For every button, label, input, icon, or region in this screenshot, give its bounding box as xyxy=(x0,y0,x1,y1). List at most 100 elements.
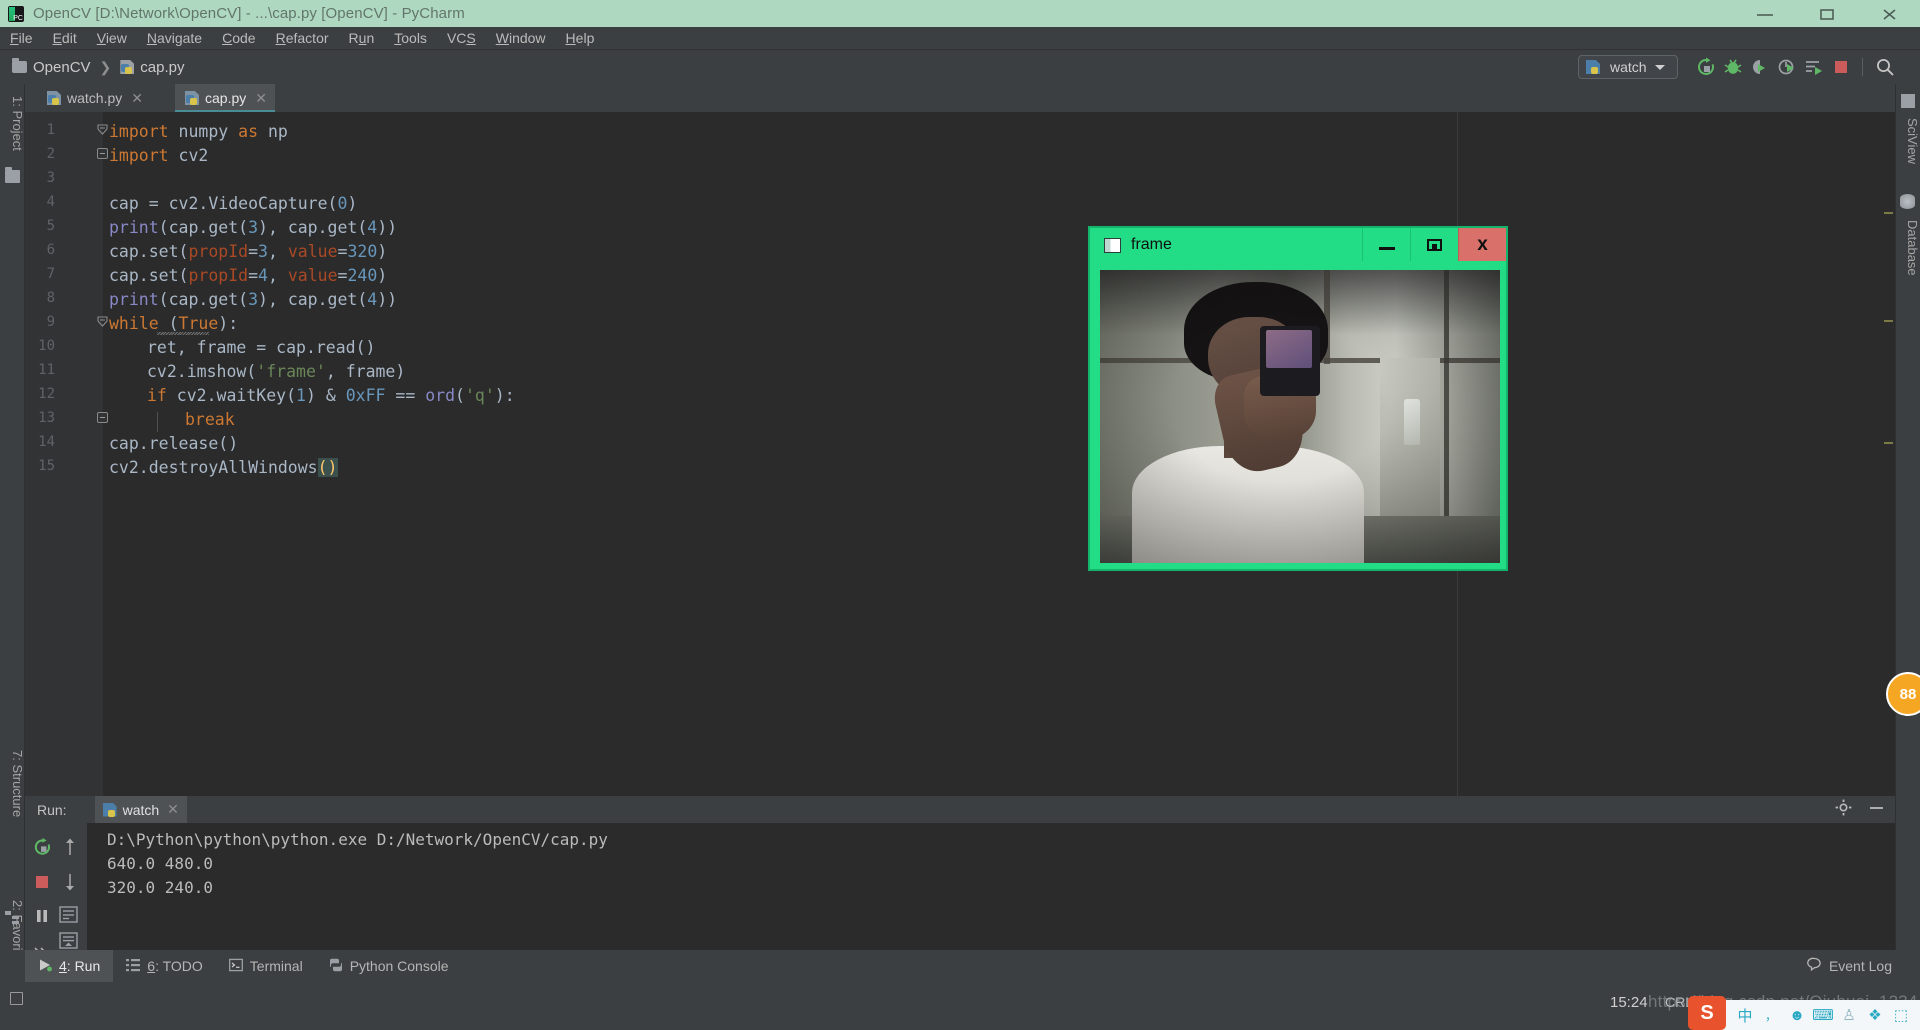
toolbox-icon[interactable]: ❖ xyxy=(1862,1000,1888,1030)
line-number: 12 xyxy=(38,386,55,402)
sidebar-item-structure[interactable]: 7: Structure xyxy=(0,744,25,817)
code-token: 4 xyxy=(367,290,378,309)
window-minimize-button[interactable] xyxy=(1734,0,1796,27)
python-file-icon xyxy=(120,59,135,75)
run-tab-watch[interactable]: watch ✕ xyxy=(94,796,187,823)
menu-item-run[interactable]: Run xyxy=(339,27,385,50)
keyboard-icon[interactable]: ⌨ xyxy=(1810,1000,1836,1030)
pause-icon[interactable] xyxy=(31,905,53,927)
breadcrumb-project[interactable]: OpenCV xyxy=(33,59,91,76)
opencv-maximize-button[interactable] xyxy=(1410,228,1458,261)
profile-icon[interactable] xyxy=(1773,54,1800,80)
code-line[interactable]: print(cap.get(3), cap.get(4)) xyxy=(109,290,397,309)
close-icon[interactable]: ✕ xyxy=(131,90,143,107)
code-token: 0xFF xyxy=(345,386,386,405)
menu-item-vcs[interactable]: VCS xyxy=(437,27,486,50)
menu-item-edit[interactable]: Edit xyxy=(43,27,87,50)
breadcrumb-file[interactable]: cap.py xyxy=(140,59,184,76)
rerun-icon[interactable] xyxy=(31,836,53,858)
left-tool-strip: 1: Project 7: Structure 2: Favorites ★ xyxy=(0,84,25,1030)
opencv-close-button[interactable]: x xyxy=(1458,228,1506,261)
code-line[interactable]: cap.set(propId=4, value=240) xyxy=(109,266,387,285)
memory-indicator-icon[interactable] xyxy=(10,992,23,1005)
menu-item-view[interactable]: View xyxy=(87,27,137,50)
sidebar-item-database[interactable]: Database xyxy=(1895,214,1920,276)
rerun-icon[interactable] xyxy=(1692,54,1719,80)
window-close-button[interactable] xyxy=(1858,0,1920,27)
window-maximize-button[interactable] xyxy=(1796,0,1858,27)
fold-toggle-icon[interactable] xyxy=(97,316,108,327)
apps-icon[interactable]: ⬚ xyxy=(1888,1000,1914,1030)
close-icon[interactable]: ✕ xyxy=(167,801,179,818)
menu-item-code[interactable]: Code xyxy=(212,27,265,50)
sidebar-item-sciview[interactable]: SciView xyxy=(1895,112,1920,164)
status-bar: 15:24 CRLF xyxy=(0,982,1920,1030)
menu-item-navigate[interactable]: Navigate xyxy=(137,27,212,50)
code-token: = xyxy=(337,266,348,285)
clock: 15:24 xyxy=(1610,994,1648,1011)
code-token: while xyxy=(109,314,159,333)
bottom-button-todo[interactable]: 6: TODO xyxy=(113,950,216,982)
project-folder-icon[interactable] xyxy=(5,167,20,183)
fold-toggle-icon[interactable] xyxy=(97,412,108,423)
opencv-frame-window[interactable]: frame x xyxy=(1088,226,1508,571)
run-tool-window-header: Run: watch ✕ xyxy=(25,796,1895,823)
ime-chinese-icon[interactable]: 中 xyxy=(1732,1000,1758,1030)
inspection-squiggle xyxy=(157,316,209,335)
scroll-to-end-icon[interactable] xyxy=(57,929,79,951)
menu-item-refactor[interactable]: Refactor xyxy=(266,27,339,50)
code-line[interactable]: cap.set(propId=3, value=320) xyxy=(109,242,387,261)
database-icon xyxy=(1900,194,1915,209)
scroll-up-icon[interactable] xyxy=(59,836,81,858)
run-with-config-icon[interactable] xyxy=(1800,54,1827,80)
bottom-button-run[interactable]: 4: Run xyxy=(25,950,114,982)
stop-icon[interactable] xyxy=(31,871,53,893)
sogou-icon[interactable]: S xyxy=(1688,996,1726,1030)
ime-punct-icon[interactable]: ， xyxy=(1758,1000,1784,1030)
hide-panel-icon[interactable] xyxy=(1868,799,1885,821)
code-line[interactable]: while (True): xyxy=(109,314,238,335)
code-line[interactable]: print(cap.get(3), cap.get(4)) xyxy=(109,219,397,237)
code-line[interactable]: import numpy as np xyxy=(109,123,288,141)
menu-item-file[interactable]: File xyxy=(0,27,43,50)
menu-item-window[interactable]: Window xyxy=(486,27,556,50)
coverage-icon[interactable] xyxy=(1746,54,1773,80)
code-line[interactable]: cv2.imshow('frame', frame) xyxy=(109,363,405,381)
run-configuration-selector[interactable]: watch xyxy=(1578,55,1678,79)
opencv-minimize-button[interactable] xyxy=(1362,228,1410,261)
chevron-down-icon[interactable] xyxy=(1654,64,1665,70)
code-line[interactable]: cv2.destroyAllWindows() xyxy=(109,458,338,477)
menu-item-tools[interactable]: Tools xyxy=(384,27,437,50)
fold-toggle-icon[interactable] xyxy=(97,124,108,135)
editor-tab-cap[interactable]: cap.py ✕ xyxy=(175,84,275,112)
search-icon[interactable] xyxy=(1871,54,1898,80)
menu-item-help[interactable]: Help xyxy=(556,27,605,50)
emoji-icon[interactable]: ☻ xyxy=(1784,1000,1810,1030)
code-line[interactable]: ret, frame = cap.read() xyxy=(109,338,376,357)
fold-toggle-icon[interactable] xyxy=(97,148,108,159)
user-icon[interactable]: ♙ xyxy=(1836,1000,1862,1030)
code-line[interactable]: import cv2 xyxy=(109,147,208,165)
code-line[interactable]: cap.release() xyxy=(109,435,238,453)
structure-icon[interactable] xyxy=(5,910,20,925)
editor-gutter[interactable]: 1 2 3 4 5 6 7 8 9 10 11 12 13 14 15 xyxy=(25,112,108,796)
code-line[interactable]: cap = cv2.VideoCapture(0) xyxy=(109,195,357,213)
scroll-down-icon[interactable] xyxy=(59,871,81,893)
stop-icon[interactable] xyxy=(1827,54,1854,80)
soft-wrap-icon[interactable] xyxy=(57,903,79,925)
close-icon[interactable]: ✕ xyxy=(255,90,267,107)
settings-gear-icon[interactable] xyxy=(1835,799,1852,821)
code-token: ret, frame = cap.read() xyxy=(147,338,376,357)
bottom-button-terminal[interactable]: Terminal xyxy=(216,950,316,982)
code-line[interactable]: break xyxy=(109,411,235,429)
code-token: if xyxy=(147,386,167,405)
event-log-button[interactable]: Event Log xyxy=(1807,957,1892,975)
editor-tab-watch[interactable]: watch.py ✕ xyxy=(37,84,151,112)
code-token: = xyxy=(337,242,348,261)
debug-icon[interactable] xyxy=(1719,54,1746,80)
run-console-output[interactable]: D:\Python\python\python.exe D:/Network/O… xyxy=(87,823,1895,950)
sidebar-item-project[interactable]: 1: Project xyxy=(0,90,25,151)
bottom-button-python-console[interactable]: Python Console xyxy=(316,950,462,982)
code-line[interactable]: if cv2.waitKey(1) & 0xFF == ord('q'): xyxy=(109,386,515,405)
window-title: OpenCV [D:\Network\OpenCV] - ...\cap.py … xyxy=(33,5,465,22)
